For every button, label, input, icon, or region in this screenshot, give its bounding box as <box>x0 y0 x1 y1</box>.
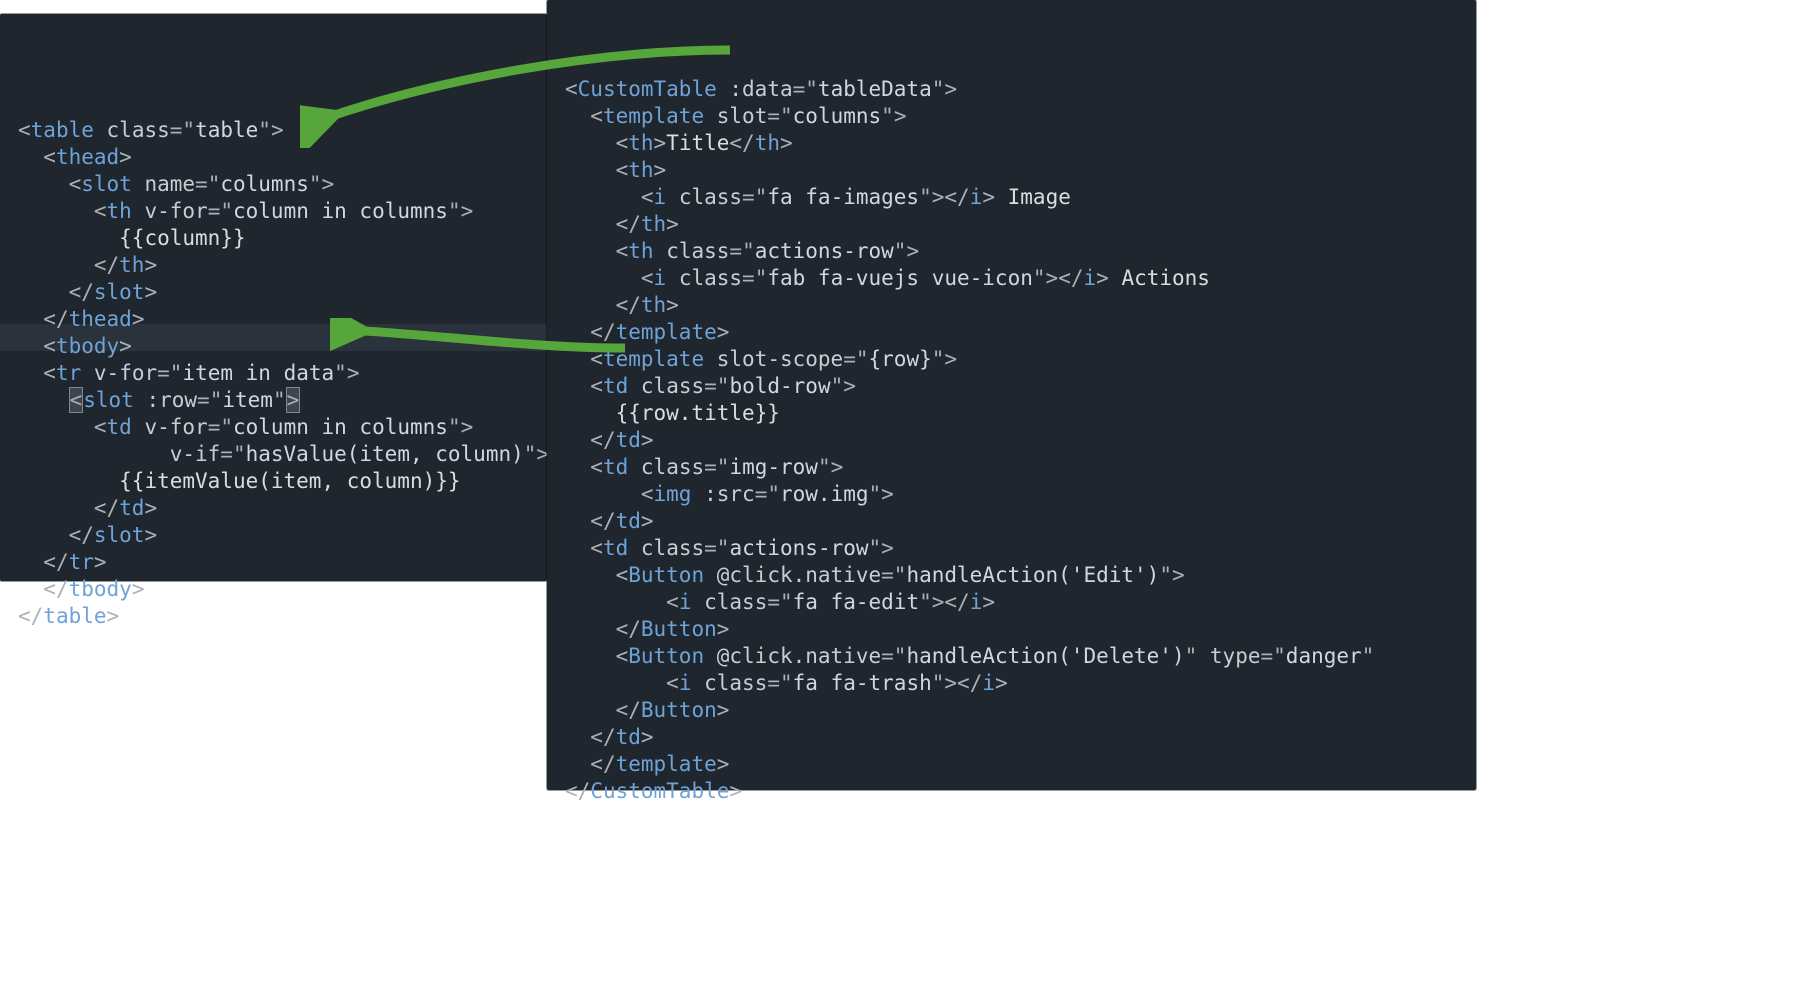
code-line: </th> <box>18 252 529 279</box>
code-line: <th>Title</th> <box>565 130 1458 157</box>
code-content-right: <CustomTable :data="tableData"> <templat… <box>565 76 1458 805</box>
code-line: <Button @click.native="handleAction('Edi… <box>565 562 1458 589</box>
code-line: <tbody> <box>18 333 529 360</box>
code-line: <i class="fa fa-edit"></i> <box>565 589 1458 616</box>
code-line: </td> <box>565 508 1458 535</box>
code-line: {{column}} <box>18 225 529 252</box>
code-line: </slot> <box>18 522 529 549</box>
code-line: <th> <box>565 157 1458 184</box>
code-line: <td class="actions-row"> <box>565 535 1458 562</box>
code-line: </CustomTable> <box>565 778 1458 805</box>
code-line: v-if="hasValue(item, column)"> <box>18 441 529 468</box>
code-line: <i class="fa fa-images"></i> Image <box>565 184 1458 211</box>
code-line: <th class="actions-row"> <box>565 238 1458 265</box>
code-line: </tr> <box>18 549 529 576</box>
code-content-left: <table class="table"> <thead> <slot name… <box>18 117 529 630</box>
code-line: </thead> <box>18 306 529 333</box>
code-line: </Button> <box>565 616 1458 643</box>
code-panel-right[interactable]: <CustomTable :data="tableData"> <templat… <box>547 0 1476 790</box>
code-line: <i class="fa fa-trash"></i> <box>565 670 1458 697</box>
code-line: </template> <box>565 319 1458 346</box>
code-line: <template slot="columns"> <box>565 103 1458 130</box>
code-line: </th> <box>565 211 1458 238</box>
code-line: </table> <box>18 603 529 630</box>
code-line: </tbody> <box>18 576 529 603</box>
code-line: </td> <box>18 495 529 522</box>
code-line: </slot> <box>18 279 529 306</box>
code-line: <td class="bold-row"> <box>565 373 1458 400</box>
code-line: <table class="table"> <box>18 117 529 144</box>
code-line: <slot name="columns"> <box>18 171 529 198</box>
code-line: <td v-for="column in columns"> <box>18 414 529 441</box>
code-line: </td> <box>565 724 1458 751</box>
code-line: <td class="img-row"> <box>565 454 1458 481</box>
screenshot-stage: <table class="table"> <thead> <slot name… <box>0 0 1800 988</box>
code-line: <slot :row="item"> <box>18 387 529 414</box>
code-line: {{itemValue(item, column)}} <box>18 468 529 495</box>
code-line: <Button @click.native="handleAction('Del… <box>565 643 1458 670</box>
code-line: <thead> <box>18 144 529 171</box>
code-line: <template slot-scope="{row}"> <box>565 346 1458 373</box>
code-line: </th> <box>565 292 1458 319</box>
code-line: <tr v-for="item in data"> <box>18 360 529 387</box>
code-line: </td> <box>565 427 1458 454</box>
code-line: </template> <box>565 751 1458 778</box>
code-line: </Button> <box>565 697 1458 724</box>
code-line: {{row.title}} <box>565 400 1458 427</box>
code-line: <th v-for="column in columns"> <box>18 198 529 225</box>
code-line: <img :src="row.img"> <box>565 481 1458 508</box>
code-line: <CustomTable :data="tableData"> <box>565 76 1458 103</box>
code-panel-left[interactable]: <table class="table"> <thead> <slot name… <box>0 14 547 581</box>
code-line: <i class="fab fa-vuejs vue-icon"></i> Ac… <box>565 265 1458 292</box>
